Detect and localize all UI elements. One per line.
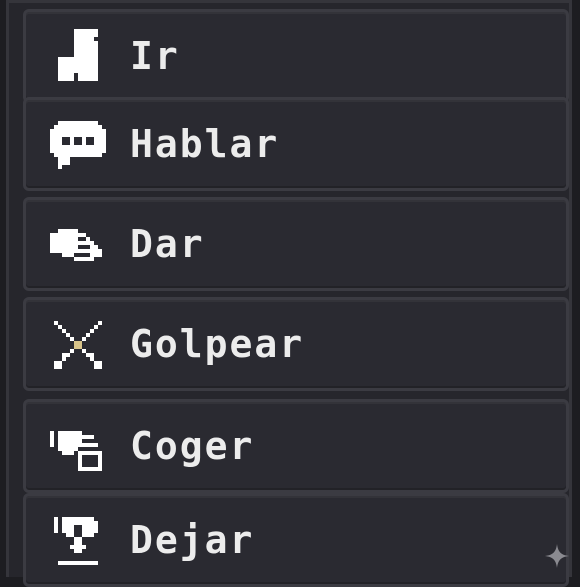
verb-label: Hablar (130, 122, 280, 166)
verb-button-coger[interactable]: Coger (23, 399, 569, 493)
grab-hand-icon (50, 419, 106, 475)
drop-hand-icon (50, 513, 106, 569)
verb-label: Golpear (130, 322, 305, 366)
verb-button-golpear[interactable]: Golpear (23, 297, 569, 391)
verb-menu: Ir Hablar Dar Golpear Coger Dejar (6, 0, 572, 587)
verb-label: Dejar (130, 518, 255, 562)
verb-label: Ir (130, 34, 180, 78)
boot-icon (50, 29, 106, 85)
verb-label: Dar (130, 222, 205, 266)
verb-button-dejar[interactable]: Dejar (23, 493, 569, 587)
verb-button-ir[interactable]: Ir (23, 9, 569, 103)
sparkle-icon (545, 544, 569, 568)
handshake-icon (50, 217, 106, 273)
verb-button-dar[interactable]: Dar (23, 197, 569, 291)
crossed-swords-icon (50, 317, 106, 373)
verb-label: Coger (130, 424, 255, 468)
speech-bubble-icon (50, 117, 106, 173)
verb-button-hablar[interactable]: Hablar (23, 97, 569, 191)
